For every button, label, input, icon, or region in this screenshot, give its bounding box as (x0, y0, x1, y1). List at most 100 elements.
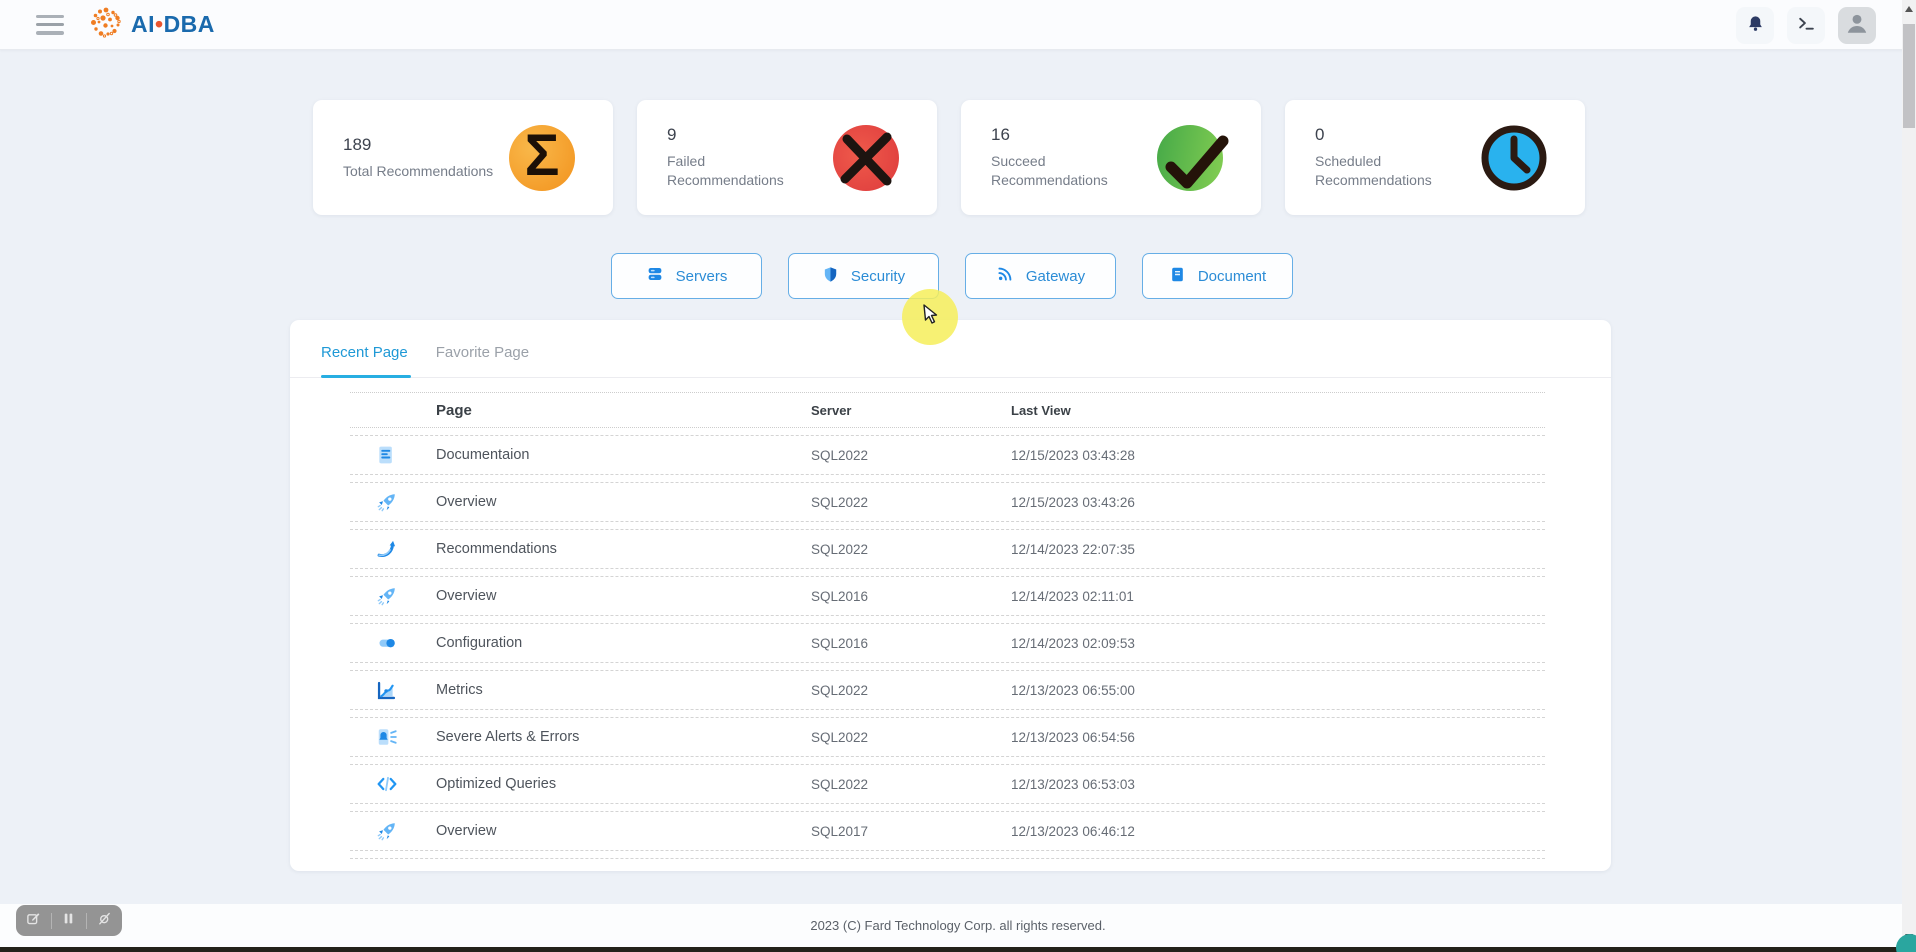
cell-server: SQL2022 (811, 542, 1011, 557)
recommendations-icon (376, 538, 398, 560)
logo-wordmark: AI•DBA (131, 11, 215, 38)
cell-page: Overview (436, 823, 811, 839)
terminal-button[interactable] (1787, 7, 1825, 44)
cell-server: SQL2016 (811, 636, 1011, 651)
cell-page: Recommendations (436, 541, 811, 557)
terminal-icon (1797, 14, 1816, 38)
servers-icon (646, 265, 664, 287)
column-header-server: Server (811, 403, 1011, 418)
app-logo[interactable]: AI•DBA (88, 4, 215, 45)
table-header-row: Page Server Last View (350, 392, 1545, 428)
scrollbar (1902, 0, 1916, 952)
table-row[interactable]: Optimized QueriesSQL202212/13/2023 06:53… (350, 764, 1545, 804)
copyright-text: 2023 (C) Fard Technology Corp. all right… (810, 918, 1105, 933)
recent-pages-table: Page Server Last View DocumentaionSQL202… (350, 392, 1545, 871)
stat-value: 9 (667, 125, 825, 145)
footer: 2023 (C) Fard Technology Corp. all right… (0, 904, 1916, 947)
table-row[interactable]: ConfigurationSQL201612/14/2023 02:09:53 (350, 623, 1545, 663)
servers-button[interactable]: Servers (611, 253, 762, 299)
cell-last-view: 12/15/2023 03:43:28 (1011, 448, 1545, 463)
hide-button[interactable] (90, 905, 120, 936)
stat-card-failed[interactable]: 9 Failed Recommendations (637, 100, 937, 215)
scrollbar-up-arrow[interactable] (1902, 2, 1916, 16)
cell-last-view: 12/13/2023 06:54:56 (1011, 730, 1545, 745)
cell-page: Configuration (436, 635, 811, 651)
check-icon (1157, 125, 1223, 191)
metrics-icon (376, 679, 398, 701)
scrollbar-thumb[interactable] (1903, 24, 1915, 128)
cell-page: Metrics (436, 682, 811, 698)
hamburger-menu-icon[interactable] (36, 15, 64, 35)
stat-label: Succeed Recommendations (991, 152, 1149, 190)
recorder-toolbar (16, 905, 122, 936)
gateway-button[interactable]: Gateway (965, 253, 1116, 299)
document-icon (1169, 266, 1186, 287)
documentation-icon (376, 444, 398, 466)
stat-label: Scheduled Recommendations (1315, 152, 1473, 190)
cell-page: Documentaion (436, 447, 811, 463)
security-button[interactable]: Security (788, 253, 939, 299)
cell-server: SQL2016 (811, 589, 1011, 604)
stat-card-scheduled[interactable]: 0 Scheduled Recommendations (1285, 100, 1585, 215)
bell-icon (1746, 14, 1765, 38)
table-row[interactable]: DocumentaionSQL202212/15/2023 03:43:28 (350, 435, 1545, 475)
table-row[interactable]: OverviewSQL201712/13/2023 06:46:12 (350, 811, 1545, 851)
user-avatar[interactable] (1838, 7, 1876, 44)
tab-bar: Recent Page Favorite Page (290, 320, 1611, 378)
security-icon (822, 266, 839, 287)
tab-recent-page[interactable]: Recent Page (321, 336, 408, 361)
bottom-edge-strip (0, 947, 1916, 952)
edit-button[interactable] (18, 905, 48, 936)
stat-card-succeed[interactable]: 16 Succeed Recommendations (961, 100, 1261, 215)
cell-page: Overview (436, 588, 811, 604)
cell-last-view: 12/14/2023 22:07:35 (1011, 542, 1545, 557)
cell-page: Severe Alerts & Errors (436, 729, 811, 745)
cell-page: Overview (436, 494, 811, 510)
cell-last-view: 12/13/2023 06:53:03 (1011, 777, 1545, 792)
brain-network-icon (88, 4, 124, 45)
pause-button[interactable] (54, 905, 84, 936)
cell-server: SQL2022 (811, 730, 1011, 745)
notifications-button[interactable] (1736, 7, 1774, 44)
cell-last-view: 12/14/2023 02:11:01 (1011, 589, 1545, 604)
table-row-partial (350, 858, 1545, 871)
hide-icon (97, 911, 112, 931)
cell-last-view: 12/13/2023 06:55:00 (1011, 683, 1545, 698)
top-navbar: AI•DBA (0, 0, 1916, 50)
toggle-icon (376, 632, 398, 654)
table-row[interactable]: OverviewSQL202212/15/2023 03:43:26 (350, 482, 1545, 522)
cell-server: SQL2022 (811, 495, 1011, 510)
cell-server: SQL2022 (811, 777, 1011, 792)
active-tab-underline (321, 375, 411, 378)
recent-pages-panel: Recent Page Favorite Page Page Server La… (290, 320, 1611, 871)
stat-label: Failed Recommendations (667, 152, 825, 190)
stat-value: 16 (991, 125, 1149, 145)
pause-icon (62, 912, 75, 930)
cell-page: Optimized Queries (436, 776, 811, 792)
edit-icon (26, 911, 41, 931)
tab-favorite-page[interactable]: Favorite Page (436, 336, 529, 361)
cross-icon (833, 125, 899, 191)
document-button[interactable]: Document (1142, 253, 1293, 299)
table-row[interactable]: RecommendationsSQL202212/14/2023 22:07:3… (350, 529, 1545, 569)
rocket-icon (376, 585, 398, 607)
cell-last-view: 12/13/2023 06:46:12 (1011, 824, 1545, 839)
table-row[interactable]: OverviewSQL201612/14/2023 02:11:01 (350, 576, 1545, 616)
stat-value: 0 (1315, 125, 1473, 145)
code-icon (376, 773, 398, 795)
quick-buttons-row: Servers Security Gateway Document (611, 253, 1293, 299)
person-icon (1844, 10, 1870, 41)
rocket-icon (376, 820, 398, 842)
table-body: DocumentaionSQL202212/15/2023 03:43:28Ov… (350, 435, 1545, 871)
clock-icon (1481, 125, 1547, 191)
table-row[interactable]: MetricsSQL202212/13/2023 06:55:00 (350, 670, 1545, 710)
cell-last-view: 12/15/2023 03:43:26 (1011, 495, 1545, 510)
stat-card-total[interactable]: 189 Total Recommendations Σ (313, 100, 613, 215)
table-row[interactable]: Severe Alerts & ErrorsSQL202212/13/2023 … (350, 717, 1545, 757)
stat-value: 189 (343, 135, 493, 155)
gateway-icon (996, 265, 1014, 287)
column-header-page: Page (436, 402, 811, 419)
cell-server: SQL2022 (811, 448, 1011, 463)
cell-server: SQL2017 (811, 824, 1011, 839)
rocket-icon (376, 491, 398, 513)
